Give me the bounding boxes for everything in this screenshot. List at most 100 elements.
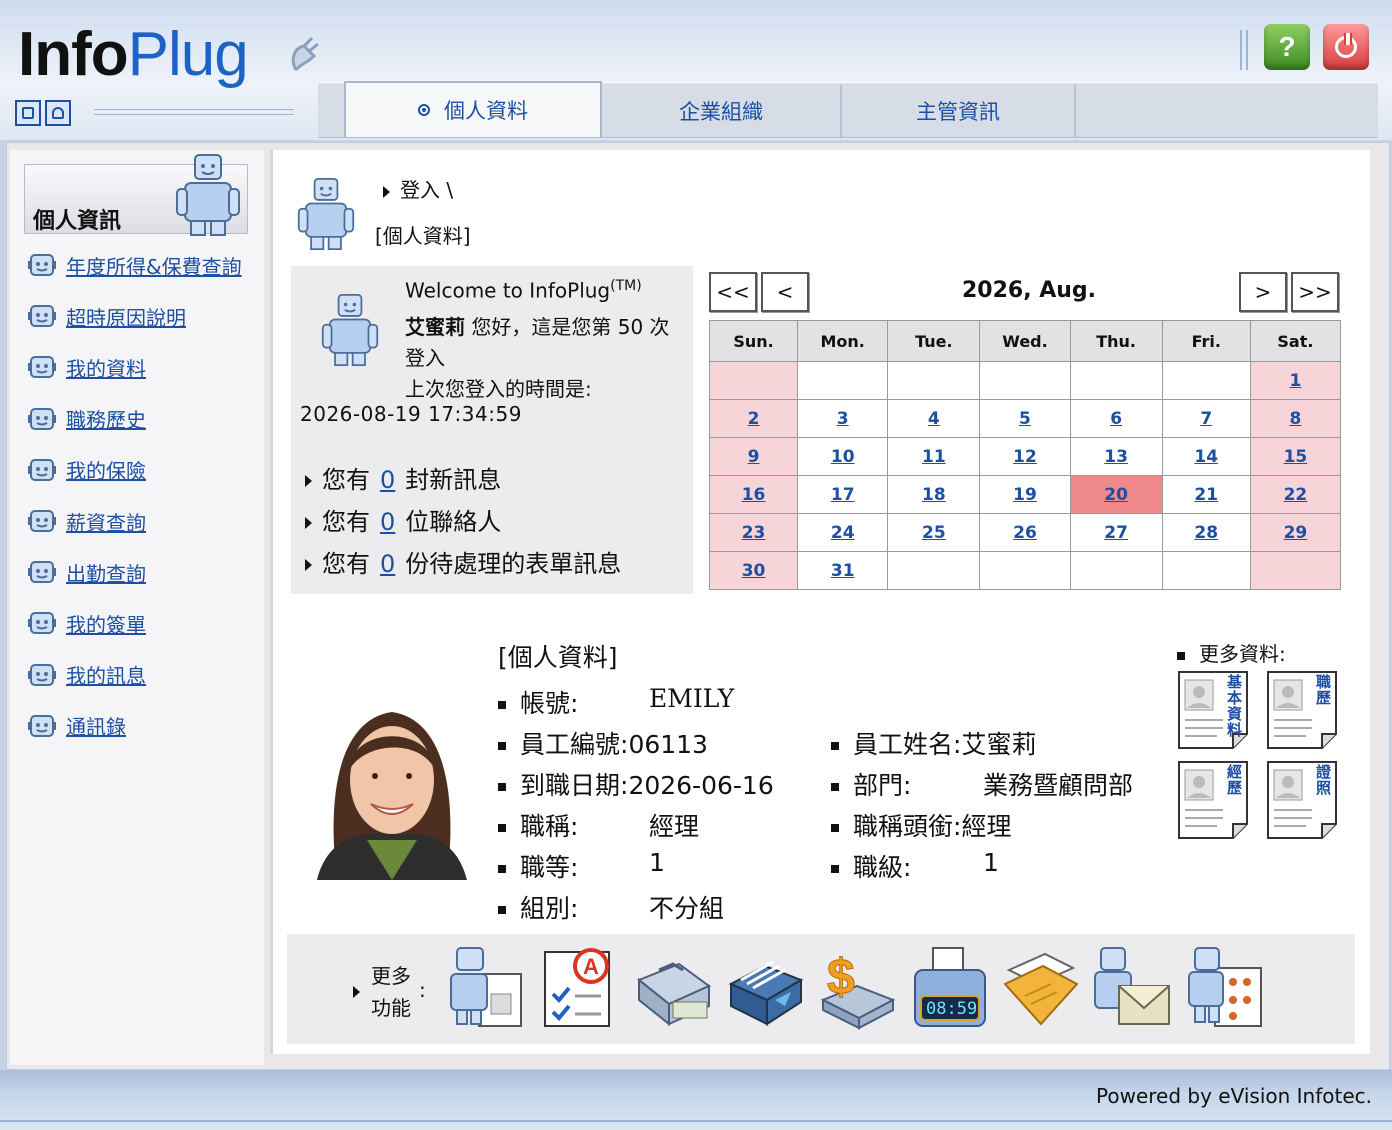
sidebar-item-8[interactable]: 我的訊息 [28, 660, 146, 690]
user-icon[interactable] [45, 100, 71, 126]
sidebar-item-label[interactable]: 通訊錄 [66, 711, 126, 740]
calendar-day-link[interactable]: 13 [1104, 447, 1128, 467]
calendar-day-link[interactable]: 26 [1013, 523, 1037, 543]
calendar-day-link[interactable]: 29 [1284, 523, 1308, 543]
sidebar-item-label[interactable]: 年度所得&保費查詢 [66, 251, 242, 280]
calendar-day[interactable]: 5 [979, 399, 1071, 438]
folder-icon[interactable] [1001, 944, 1081, 1030]
calendar-day-link[interactable]: 9 [748, 447, 760, 467]
calendar-day-link[interactable]: 4 [928, 409, 940, 429]
calendar-day[interactable]: 13 [1069, 437, 1163, 476]
sidebar-item-label[interactable]: 我的資料 [66, 353, 146, 382]
calendar-day-link[interactable]: 3 [837, 409, 849, 429]
sidebar-item-6[interactable]: 出勤查詢 [28, 557, 146, 587]
calendar-day[interactable]: 8 [1249, 399, 1342, 438]
contact-card-icon[interactable] [447, 944, 527, 1030]
message-count-link[interactable]: 0 [380, 466, 395, 494]
calendar-day-link[interactable]: 31 [831, 561, 855, 581]
calendar-day-link[interactable]: 7 [1200, 409, 1212, 429]
calendar-day-link[interactable]: 18 [922, 485, 946, 505]
calendar-day[interactable]: 28 [1161, 513, 1251, 552]
next-month-button[interactable]: > [1239, 272, 1287, 312]
calendar-day[interactable]: 9 [708, 437, 799, 476]
file-box-icon[interactable] [725, 944, 805, 1030]
sidebar-item-label[interactable]: 薪資查詢 [66, 507, 146, 536]
sidebar-item-label[interactable]: 我的訊息 [66, 660, 146, 689]
calendar-day-link[interactable]: 19 [1013, 485, 1037, 505]
calendar-day[interactable]: 31 [797, 551, 889, 590]
sidebar-item-0[interactable]: 年度所得&保費查詢 [28, 250, 242, 280]
sidebar-item-2[interactable]: 我的資料 [28, 352, 146, 382]
time-clock-icon[interactable]: 08:59 [909, 944, 989, 1030]
calendar-day[interactable]: 27 [1069, 513, 1163, 552]
calendar-day[interactable]: 4 [887, 399, 981, 438]
calendar-day[interactable]: 17 [797, 475, 889, 514]
sidebar-item-4[interactable]: 我的保險 [28, 455, 146, 485]
sidebar-item-label[interactable]: 出勤查詢 [66, 558, 146, 587]
calendar-day[interactable]: 23 [708, 513, 799, 552]
next-year-button[interactable]: >> [1291, 272, 1339, 312]
calendar-day[interactable]: 15 [1249, 437, 1342, 476]
calendar-day-link[interactable]: 11 [922, 447, 946, 467]
home-icon[interactable] [15, 100, 41, 126]
calendar-day-link[interactable]: 12 [1013, 447, 1037, 467]
calendar-day-link[interactable]: 10 [831, 447, 855, 467]
more-data-doc[interactable]: 職歷 [1266, 670, 1338, 750]
calendar-day[interactable]: 16 [708, 475, 799, 514]
sidebar-item-3[interactable]: 職務歷史 [28, 404, 146, 434]
mail-icon[interactable] [1093, 944, 1173, 1030]
sidebar-item-1[interactable]: 超時原因說明 [28, 301, 186, 331]
calendar-day-link[interactable]: 23 [742, 523, 766, 543]
calendar-day[interactable]: 3 [797, 399, 889, 438]
calendar-day-link[interactable]: 30 [742, 561, 766, 581]
calendar-day-link[interactable]: 22 [1284, 485, 1308, 505]
calendar-day-link[interactable]: 15 [1284, 447, 1308, 467]
calendar-day[interactable]: 21 [1161, 475, 1251, 514]
more-data-doc[interactable]: 證照 [1266, 760, 1338, 840]
calendar-day[interactable]: 19 [979, 475, 1071, 514]
doc-label[interactable]: 經歷 [1227, 764, 1245, 796]
calendar-day[interactable]: 25 [887, 513, 981, 552]
doc-label[interactable]: 職歷 [1316, 674, 1334, 706]
calendar-day[interactable]: 29 [1249, 513, 1342, 552]
calendar-day-link[interactable]: 1 [1289, 371, 1301, 391]
calendar-day[interactable]: 24 [797, 513, 889, 552]
doc-label[interactable]: 基本資料 [1227, 674, 1245, 738]
calendar-day-link[interactable]: 25 [922, 523, 946, 543]
calendar-day[interactable]: 11 [887, 437, 981, 476]
form-count-link[interactable]: 0 [380, 550, 395, 578]
calendar-day-link[interactable]: 16 [742, 485, 766, 505]
sidebar-item-9[interactable]: 通訊錄 [28, 711, 126, 741]
tab-organization[interactable]: 企業組織 [602, 85, 842, 137]
calendar-day[interactable]: 26 [979, 513, 1071, 552]
checklist-icon[interactable]: A [539, 944, 619, 1030]
more-data-doc[interactable]: 基本資料 [1177, 670, 1249, 750]
money-tray-icon[interactable]: $ [817, 944, 897, 1030]
calendar-day-link[interactable]: 28 [1194, 523, 1218, 543]
calendar-day-link[interactable]: 27 [1104, 523, 1128, 543]
prev-year-button[interactable]: << [709, 272, 757, 312]
sidebar-item-label[interactable]: 超時原因說明 [66, 302, 186, 331]
more-data-doc[interactable]: 經歷 [1177, 760, 1249, 840]
sidebar-item-label[interactable]: 我的簽單 [66, 609, 146, 638]
calendar-day[interactable]: 10 [797, 437, 889, 476]
contact-count-link[interactable]: 0 [380, 508, 395, 536]
doc-label[interactable]: 證照 [1316, 764, 1334, 796]
help-button[interactable]: ? [1264, 24, 1310, 70]
calendar-day-link[interactable]: 21 [1194, 485, 1218, 505]
calendar-day-link[interactable]: 24 [831, 523, 855, 543]
calendar-day[interactable]: 22 [1249, 475, 1342, 514]
calendar-day[interactable]: 18 [887, 475, 981, 514]
sidebar-item-5[interactable]: 薪資查詢 [28, 506, 146, 536]
logout-button[interactable] [1323, 24, 1369, 70]
calendar-day[interactable]: 30 [708, 551, 799, 590]
prev-month-button[interactable]: < [761, 272, 809, 312]
calendar-day[interactable]: 7 [1161, 399, 1251, 438]
sidebar-item-7[interactable]: 我的簽單 [28, 608, 146, 638]
sidebar-item-label[interactable]: 我的保險 [66, 455, 146, 484]
calendar-day-link[interactable]: 8 [1289, 409, 1301, 429]
calendar-day-link[interactable]: 14 [1194, 447, 1218, 467]
calendar-day-link[interactable]: 2 [748, 409, 760, 429]
calendar-day[interactable]: 12 [979, 437, 1071, 476]
calendar-day[interactable]: 20 [1069, 475, 1163, 514]
